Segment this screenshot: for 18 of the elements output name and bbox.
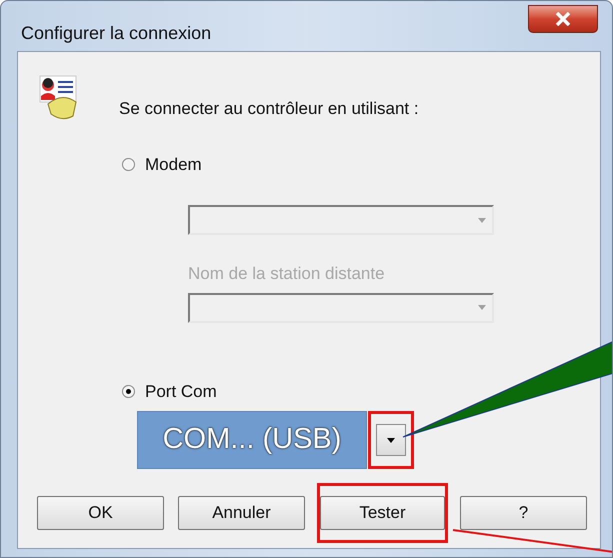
dialog-button[interactable]: Annuler bbox=[178, 496, 305, 530]
prompt-text: Se connecter au contrôleur en utilisant : bbox=[119, 98, 419, 120]
dialog-button[interactable]: Tester bbox=[320, 496, 445, 530]
dropdown-button[interactable] bbox=[376, 424, 406, 456]
dialog-button[interactable]: OK bbox=[37, 496, 164, 530]
radio-label: Modem bbox=[145, 154, 202, 176]
radio-button[interactable] bbox=[122, 158, 135, 171]
dropdown-arrow-icon bbox=[387, 438, 395, 442]
close-button[interactable] bbox=[528, 5, 598, 33]
dialog-button[interactable]: ? bbox=[460, 496, 587, 530]
annotation-label: COM... (USB) bbox=[137, 411, 367, 469]
radio-label: Port Com bbox=[145, 380, 217, 402]
radio-button[interactable] bbox=[122, 384, 135, 398]
dropdown-arrow-icon bbox=[478, 305, 486, 310]
station-label: Nom de la station distante bbox=[188, 263, 386, 285]
close-icon bbox=[555, 12, 571, 26]
dropdown-arrow-icon bbox=[478, 218, 486, 222]
window-title: Configurer la connexion bbox=[21, 22, 212, 45]
